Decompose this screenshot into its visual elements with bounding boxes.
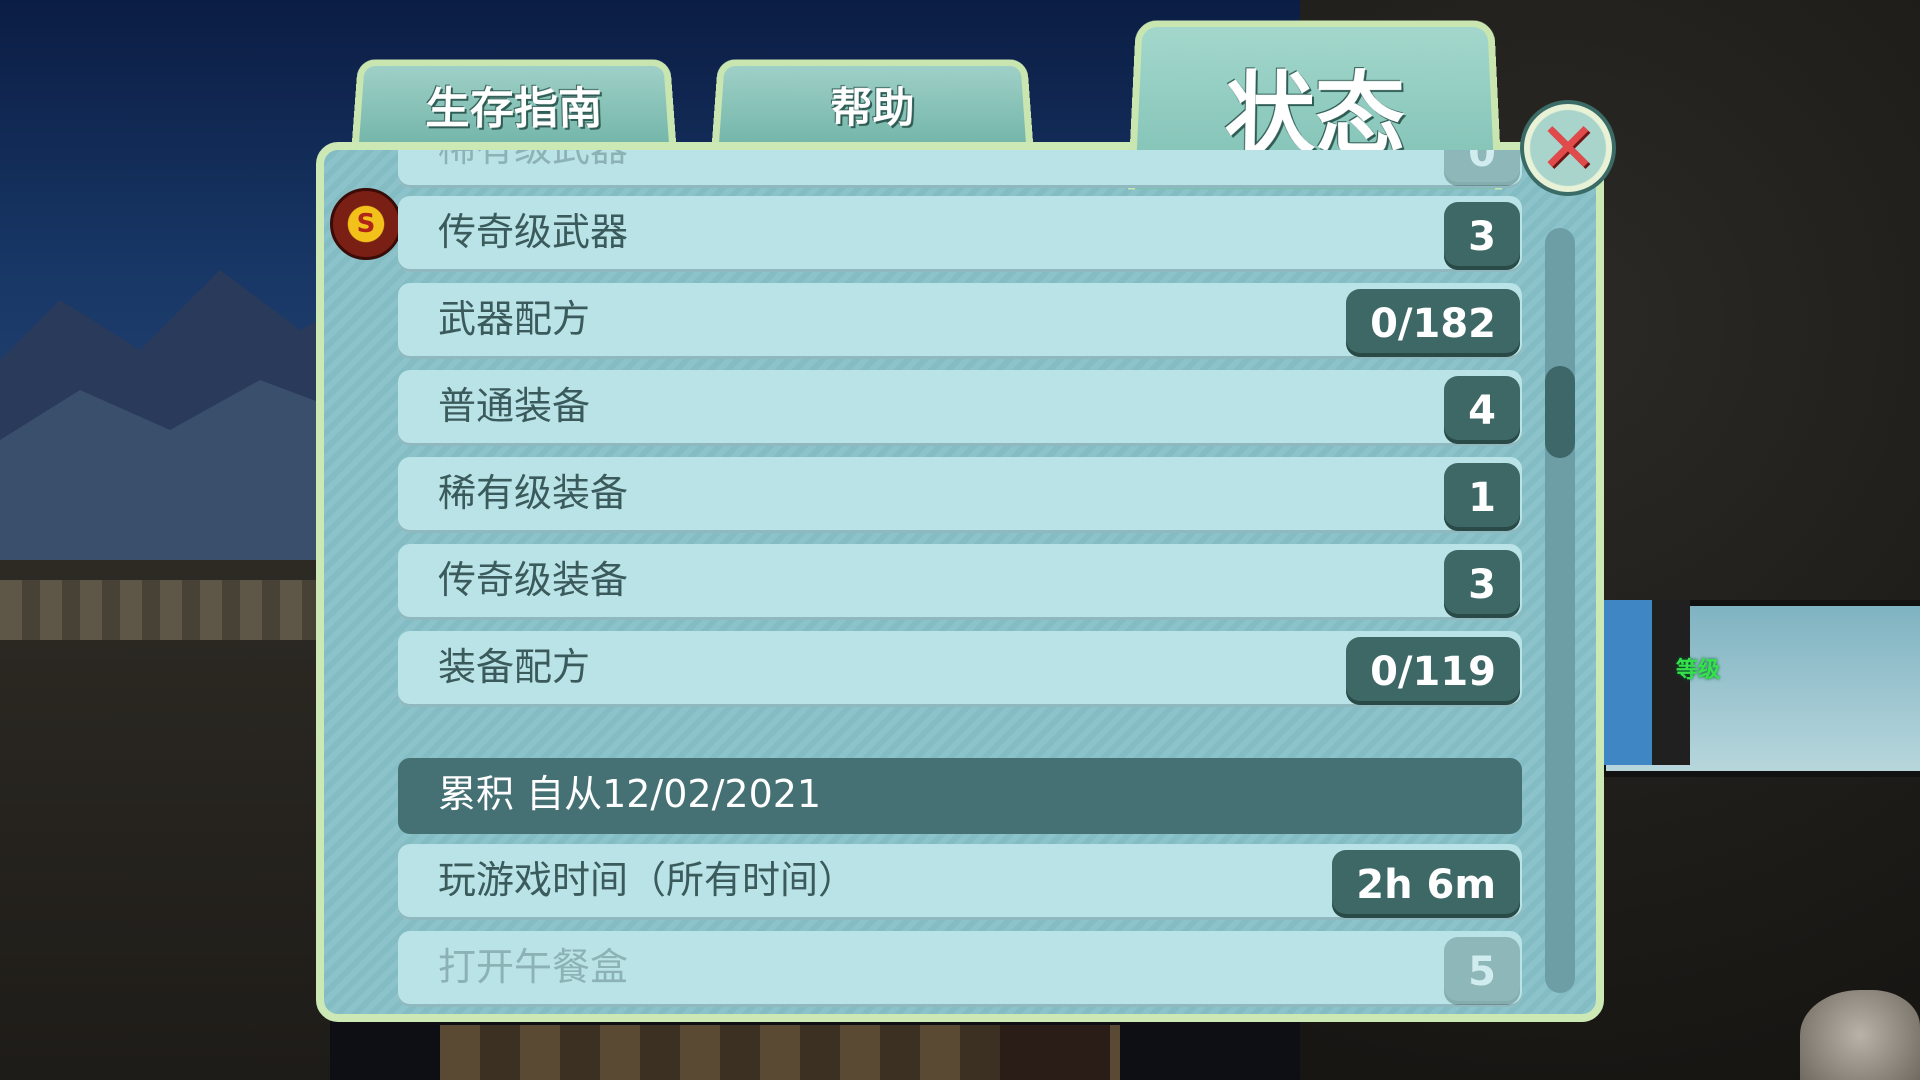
list-item: 普通装备 4 bbox=[398, 370, 1522, 446]
stat-label: 武器配方 bbox=[438, 297, 591, 341]
stat-label: 打开午餐盒 bbox=[438, 945, 629, 989]
stat-value: 1 bbox=[1444, 463, 1520, 531]
stat-label: 传奇级武器 bbox=[438, 210, 629, 254]
stat-value: 3 bbox=[1444, 202, 1520, 270]
stat-label: 普通装备 bbox=[438, 384, 591, 428]
stat-value: 0/119 bbox=[1346, 637, 1520, 705]
stats-list[interactable]: 稀有级武器 0 传奇级武器 3 武器配方 0/182 普通装备 4 稀有级装备 … bbox=[398, 150, 1522, 1012]
stat-label: 装备配方 bbox=[438, 645, 591, 689]
level-up-badge[interactable]: 等级 bbox=[1676, 652, 1720, 684]
room-door bbox=[1000, 1025, 1110, 1080]
stat-label: 传奇级装备 bbox=[438, 558, 629, 602]
tab-survival-guide[interactable]: 生存指南 bbox=[351, 59, 677, 145]
stat-label: 稀有级武器 bbox=[438, 150, 628, 184]
list-item: 装备配方 0/119 bbox=[398, 631, 1522, 707]
stat-label: 玩游戏时间（所有时间） bbox=[438, 858, 857, 902]
close-x-icon: ✕ bbox=[1538, 107, 1598, 189]
gear-decoration bbox=[1800, 990, 1920, 1080]
vault-door bbox=[1600, 600, 1652, 765]
stat-value: 2h 6m bbox=[1332, 850, 1520, 918]
scrollbar-thumb[interactable] bbox=[1545, 366, 1575, 458]
tab-help[interactable]: 帮助 bbox=[711, 59, 1034, 145]
section-header-label: 累积 自从12/02/2021 bbox=[438, 772, 822, 816]
stat-label: 稀有级装备 bbox=[438, 471, 629, 515]
rock-band bbox=[0, 580, 330, 640]
list-item: 玩游戏时间（所有时间） 2h 6m bbox=[398, 844, 1522, 920]
stat-value: 5 bbox=[1444, 937, 1520, 1005]
stat-value: 3 bbox=[1444, 550, 1520, 618]
list-item: 打开午餐盒 5 bbox=[398, 931, 1522, 1007]
stat-value: 0/182 bbox=[1346, 289, 1520, 357]
stat-value: 0 bbox=[1444, 150, 1520, 186]
list-item: 传奇级装备 3 bbox=[398, 544, 1522, 620]
mountains bbox=[0, 270, 340, 600]
list-item: 武器配方 0/182 bbox=[398, 283, 1522, 359]
scrollbar-track[interactable] bbox=[1545, 228, 1575, 993]
stat-value: 4 bbox=[1444, 376, 1520, 444]
section-header: 累积 自从12/02/2021 bbox=[398, 758, 1522, 834]
s-badge-icon: S bbox=[330, 188, 402, 260]
list-item: 稀有级武器 0 bbox=[398, 150, 1522, 188]
list-item: 传奇级武器 3 bbox=[398, 196, 1522, 272]
close-button[interactable]: ✕ bbox=[1520, 100, 1616, 196]
list-item: 稀有级装备 1 bbox=[398, 457, 1522, 533]
